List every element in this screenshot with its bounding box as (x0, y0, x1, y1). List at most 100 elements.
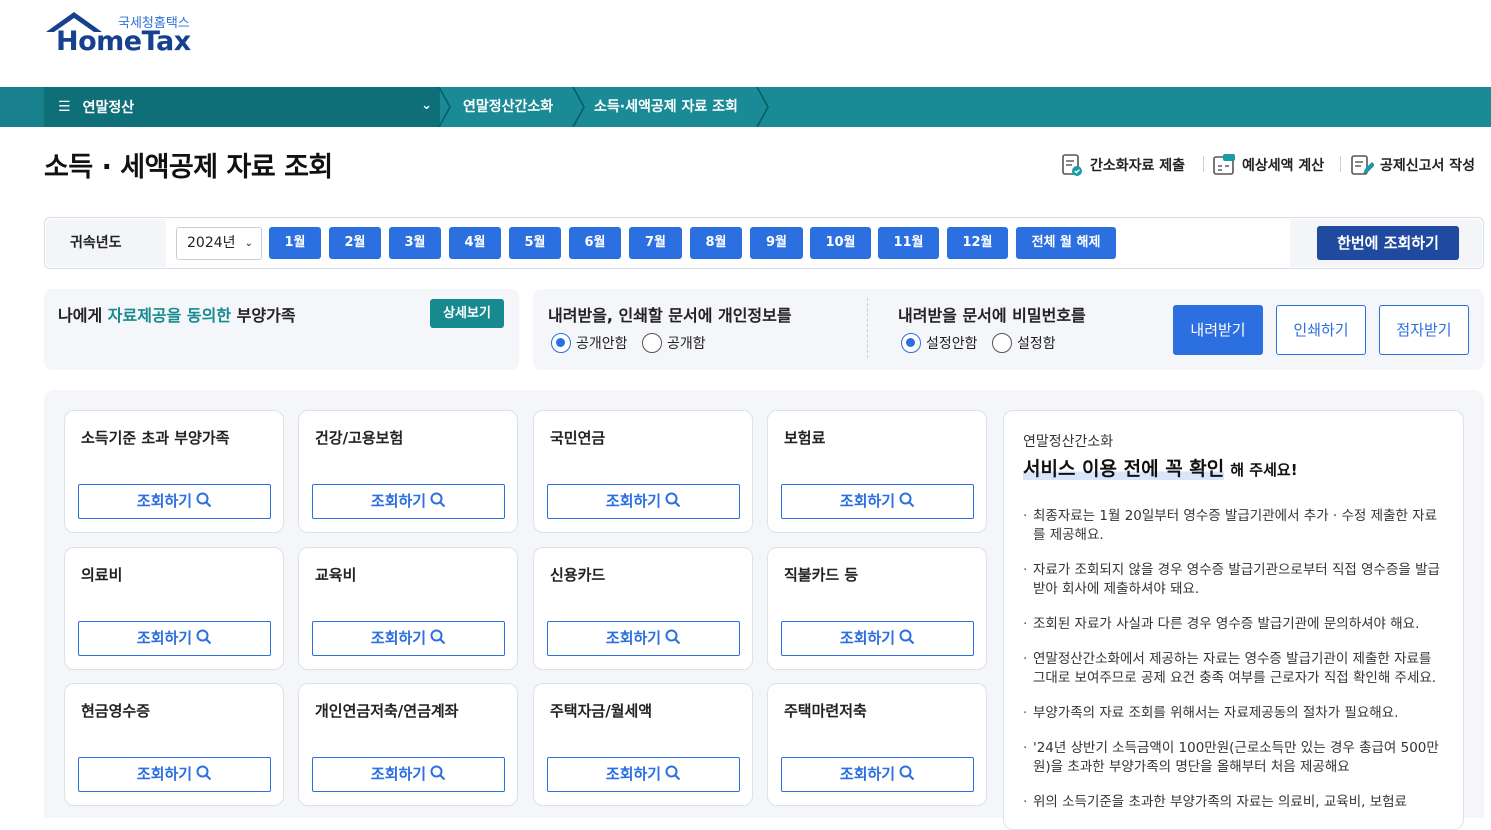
search-icon (430, 492, 446, 508)
search-icon (196, 492, 212, 508)
month-button-7[interactable]: 7월 (629, 227, 682, 259)
notice-item: '24년 상반기 소득금액이 100만원(근로소득만 있는 경우 총급여 500… (1023, 739, 1443, 777)
chevron-down-icon: ⌄ (421, 98, 432, 113)
lookup-button[interactable]: 조회하기 (312, 757, 505, 792)
card-housing-rent: 주택자금/월세액 조회하기 (533, 683, 753, 806)
card-cash-receipt: 현금영수증 조회하기 (64, 683, 284, 806)
notice-headline-main: 서비스 이용 전에 꼭 확인 (1023, 458, 1225, 480)
card-title: 국민연금 (550, 429, 606, 447)
card-education-expenses: 교육비 조회하기 (298, 547, 518, 670)
lookup-button[interactable]: 조회하기 (781, 621, 974, 656)
notice-list: 최종자료는 1월 20일부터 영수증 발급기관에서 추가 · 수정 제출한 자료… (1023, 507, 1443, 828)
lookup-button-label: 조회하기 (839, 629, 896, 647)
month-button-2[interactable]: 2월 (329, 227, 381, 259)
notice-headline: 서비스 이용 전에 꼭 확인 해 주세요! (1023, 454, 1298, 481)
month-button-6[interactable]: 6월 (569, 227, 621, 259)
card-title: 주택마련저축 (784, 702, 867, 720)
submit-simplified-data-button[interactable]: 간소화자료 제출 (1060, 152, 1185, 178)
lookup-button-label: 조회하기 (605, 629, 662, 647)
search-icon (196, 629, 212, 645)
lookup-button[interactable]: 조회하기 (781, 757, 974, 792)
month-button-1[interactable]: 1월 (269, 227, 321, 259)
lookup-button[interactable]: 조회하기 (78, 484, 271, 519)
month-button-5[interactable]: 5월 (509, 227, 561, 259)
notice-item: 최종자료는 1월 20일부터 영수증 발급기관에서 추가 · 수정 제출한 자료… (1023, 507, 1443, 545)
card-title: 교육비 (315, 566, 357, 584)
lookup-button[interactable]: 조회하기 (547, 484, 740, 519)
lookup-button[interactable]: 조회하기 (781, 484, 974, 519)
braille-button[interactable]: 점자받기 (1379, 305, 1469, 355)
month-button-4[interactable]: 4월 (449, 227, 501, 259)
top-action-label: 공제신고서 작성 (1380, 158, 1476, 174)
dependents-text-pre: 나에게 (58, 306, 103, 325)
card-health-employment-insurance: 건강/고용보험 조회하기 (298, 410, 518, 533)
breadcrumb-separator-icon (756, 87, 769, 127)
write-deduction-form-button[interactable]: 공제신고서 작성 (1350, 152, 1475, 178)
document-check-icon (1062, 154, 1082, 176)
lookup-button-label: 조회하기 (605, 492, 662, 510)
download-button[interactable]: 내려받기 (1173, 305, 1263, 355)
privacy-option-title: 내려받을, 인쇄할 문서에 개인정보를 (548, 306, 792, 325)
lookup-button-label: 조회하기 (136, 629, 193, 647)
card-title: 직불카드 등 (784, 566, 859, 584)
month-button-10[interactable]: 10월 (810, 227, 871, 259)
dependents-text-post: 부양가족 (236, 306, 296, 325)
lookup-button-label: 조회하기 (136, 765, 193, 783)
notice-item: 자료가 조회되지 않을 경우 영수증 발급기관으로부터 직접 영수증을 발급받아… (1023, 561, 1443, 599)
notice-item: 부양가족의 자료 조회를 위해서는 자료제공동의 절차가 필요해요. (1023, 704, 1443, 723)
divider (1203, 156, 1204, 172)
lookup-button[interactable]: 조회하기 (312, 484, 505, 519)
search-icon (665, 492, 681, 508)
print-button[interactable]: 인쇄하기 (1276, 305, 1366, 355)
nav-bar: ☰ 연말정산 ⌄ 연말정산간소화 소득·세액공제 자료 조회 (0, 87, 1491, 127)
privacy-radio-show[interactable]: 공개함 (642, 333, 706, 353)
search-icon (665, 629, 681, 645)
breadcrumb-item-deduction-lookup[interactable]: 소득·세액공제 자료 조회 (594, 87, 738, 127)
clear-all-months-button[interactable]: 전체 월 해제 (1016, 227, 1116, 259)
lookup-button[interactable]: 조회하기 (78, 621, 271, 656)
password-radio-none[interactable]: 설정안함 (901, 333, 978, 353)
document-edit-icon (1351, 155, 1374, 175)
hometax-logo[interactable]: 국세청홈택스 HomeTax (44, 10, 204, 60)
hamburger-icon: ☰ (58, 99, 71, 115)
card-insurance-premium: 보험료 조회하기 (767, 410, 987, 533)
search-icon (665, 765, 681, 781)
lookup-button[interactable]: 조회하기 (547, 621, 740, 656)
search-icon (899, 492, 915, 508)
detail-view-button[interactable]: 상세보기 (430, 299, 504, 328)
lookup-button-label: 조회하기 (370, 629, 427, 647)
nav-menu-dropdown[interactable]: ☰ 연말정산 ⌄ (44, 87, 440, 127)
lookup-button[interactable]: 조회하기 (547, 757, 740, 792)
month-button-12[interactable]: 12월 (947, 227, 1008, 259)
radio-selected-icon (551, 333, 571, 353)
card-title: 개인연금저축/연금계좌 (315, 702, 459, 720)
password-radio-set[interactable]: 설정함 (992, 333, 1056, 353)
month-button-3[interactable]: 3월 (389, 227, 441, 259)
card-title: 주택자금/월세액 (550, 702, 653, 720)
month-button-8[interactable]: 8월 (690, 227, 742, 259)
page-title: 소득 · 세액공제 자료 조회 (44, 152, 333, 183)
logo-english-text: HomeTax (56, 26, 191, 57)
card-title: 소득기준 초과 부양가족 (81, 429, 230, 447)
estimate-tax-button[interactable]: 예상세액 계산 (1212, 152, 1324, 178)
card-excess-income-dependents: 소득기준 초과 부양가족 조회하기 (64, 410, 284, 533)
year-select[interactable]: 2024년 ⌄ (176, 227, 262, 260)
notice-item: 조회된 자료가 사실과 다른 경우 영수증 발급기관에 문의하셔야 해요. (1023, 615, 1443, 634)
radio-label: 설정함 (1017, 336, 1056, 352)
month-button-11[interactable]: 11월 (878, 227, 939, 259)
lookup-button[interactable]: 조회하기 (78, 757, 271, 792)
search-icon (430, 629, 446, 645)
radio-label: 공개안함 (576, 336, 628, 352)
lookup-button[interactable]: 조회하기 (312, 621, 505, 656)
card-debit-card: 직불카드 등 조회하기 (767, 547, 987, 670)
card-title: 건강/고용보험 (315, 429, 404, 447)
privacy-radio-hide[interactable]: 공개안함 (551, 333, 628, 353)
lookup-button-label: 조회하기 (605, 765, 662, 783)
notice-headline-tail: 해 주세요! (1230, 461, 1298, 479)
query-all-once-button[interactable]: 한번에 조회하기 (1317, 226, 1459, 260)
lookup-button-label: 조회하기 (136, 492, 193, 510)
card-housing-savings: 주택마련저축 조회하기 (767, 683, 987, 806)
month-button-9[interactable]: 9월 (750, 227, 803, 259)
card-pension-savings: 개인연금저축/연금계좌 조회하기 (298, 683, 518, 806)
breadcrumb-item-year-end-simplified[interactable]: 연말정산간소화 (463, 87, 553, 127)
